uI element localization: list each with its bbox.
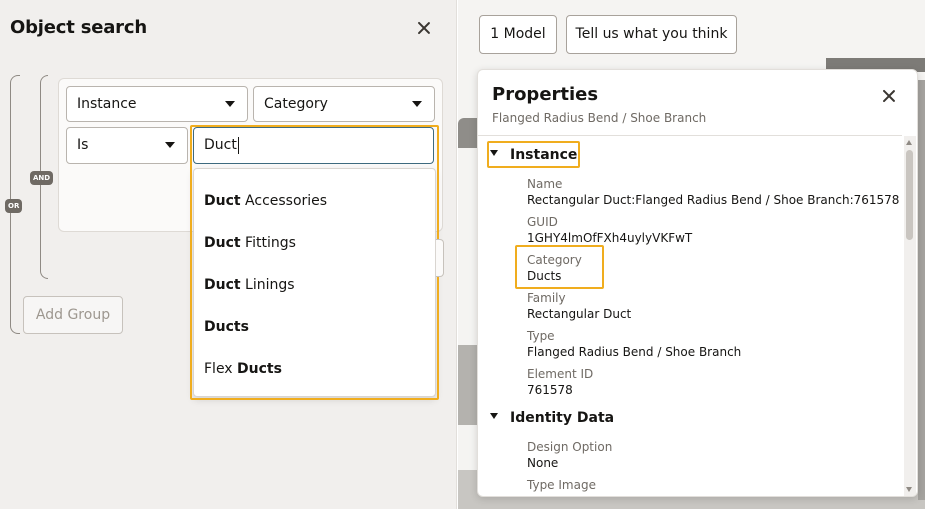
category-value-input[interactable]: Duct [193,127,434,164]
scrollbar-thumb[interactable] [906,150,913,240]
panel-title: Object search [10,17,147,38]
suggestion-rest: Fittings [240,235,296,251]
caret-down-icon [490,413,498,419]
close-search-icon[interactable] [414,18,434,38]
properties-panel: Properties Flanged Radius Bend / Shoe Br… [477,69,918,497]
prop-label-family: Family [527,291,566,305]
properties-title: Properties [492,84,599,105]
and-badge: AND [30,171,54,185]
suggestion-duct-fittings[interactable]: Duct Fittings [194,225,435,261]
suggestion-duct-linings[interactable]: Duct Linings [194,267,435,303]
instance-section-label: Instance [510,147,578,163]
add-group-button[interactable]: Add Group [23,296,123,334]
prop-label-category: Category [527,253,582,267]
field-select[interactable]: Category [253,86,435,122]
model-fragment [458,345,478,425]
prop-value-design-option: None [527,456,559,470]
suggestion-match: Duct [204,193,241,209]
suggestion-ducts[interactable]: Ducts [194,309,435,345]
model-fragment [918,80,925,500]
prop-value-element-id: 761578 [527,383,573,397]
operator-select-value: Is [77,137,89,153]
caret-down-icon [490,150,498,156]
model-button[interactable]: 1 Model [479,15,557,54]
properties-scrollbar[interactable] [904,136,916,496]
suggestion-rest: s [273,361,282,377]
suggestion-flex-ducts[interactable]: Flex Ducts [194,351,435,387]
suggestion-dropdown: Duct Accessories Duct Fittings Duct Lini… [193,168,436,397]
instance-section-header[interactable]: Instance [490,147,577,163]
feedback-button[interactable]: Tell us what you think [566,15,737,54]
suggestion-prefix: Flex [204,361,238,377]
or-badge: OR [5,199,23,213]
suggestion-rest: Linings [240,277,295,293]
suggestion-match: Duct [204,277,241,293]
prop-label-guid: GUID [527,215,558,229]
suggestion-rest: s [240,319,249,335]
identity-section-header[interactable]: Identity Data [490,410,614,426]
partially-hidden-button[interactable] [436,239,444,277]
suggestion-match: Duct [237,361,274,377]
prop-value-name: Rectangular Duct:Flanged Radius Bend / S… [527,193,900,207]
prop-value-category: Ducts [527,269,562,283]
divider [478,135,902,136]
suggestion-match: Duct [204,319,241,335]
close-properties-icon[interactable] [879,86,899,106]
operator-select[interactable]: Is [66,127,188,164]
prop-label-type: Type [527,329,555,343]
properties-subtitle: Flanged Radius Bend / Shoe Branch [492,111,707,125]
suggestion-duct-accessories[interactable]: Duct Accessories [194,183,435,219]
scroll-down-icon[interactable] [906,487,912,492]
scope-select[interactable]: Instance [66,86,248,122]
field-select-value: Category [264,96,328,112]
object-search-panel: Object search OR AND Instance Category I… [0,0,457,509]
prop-label-element-id: Element ID [527,367,594,381]
chevron-down-icon [165,142,175,148]
category-value-text: Duct [204,137,237,153]
text-cursor [237,136,239,154]
chevron-down-icon [225,101,235,107]
suggestion-rest: Accessories [240,193,328,209]
identity-section-label: Identity Data [510,410,615,426]
prop-label-type-image: Type Image [527,478,596,492]
prop-label-name: Name [527,177,563,191]
prop-label-design-option: Design Option [527,440,613,454]
scope-select-value: Instance [77,96,137,112]
prop-value-guid: 1GHY4lmOfFXh4uylyVKFwT [527,231,693,245]
chevron-down-icon [412,101,422,107]
prop-value-family: Rectangular Duct [527,307,632,321]
suggestion-match: Duct [204,235,241,251]
prop-value-type: Flanged Radius Bend / Shoe Branch [527,345,742,359]
scroll-up-icon[interactable] [906,140,912,145]
